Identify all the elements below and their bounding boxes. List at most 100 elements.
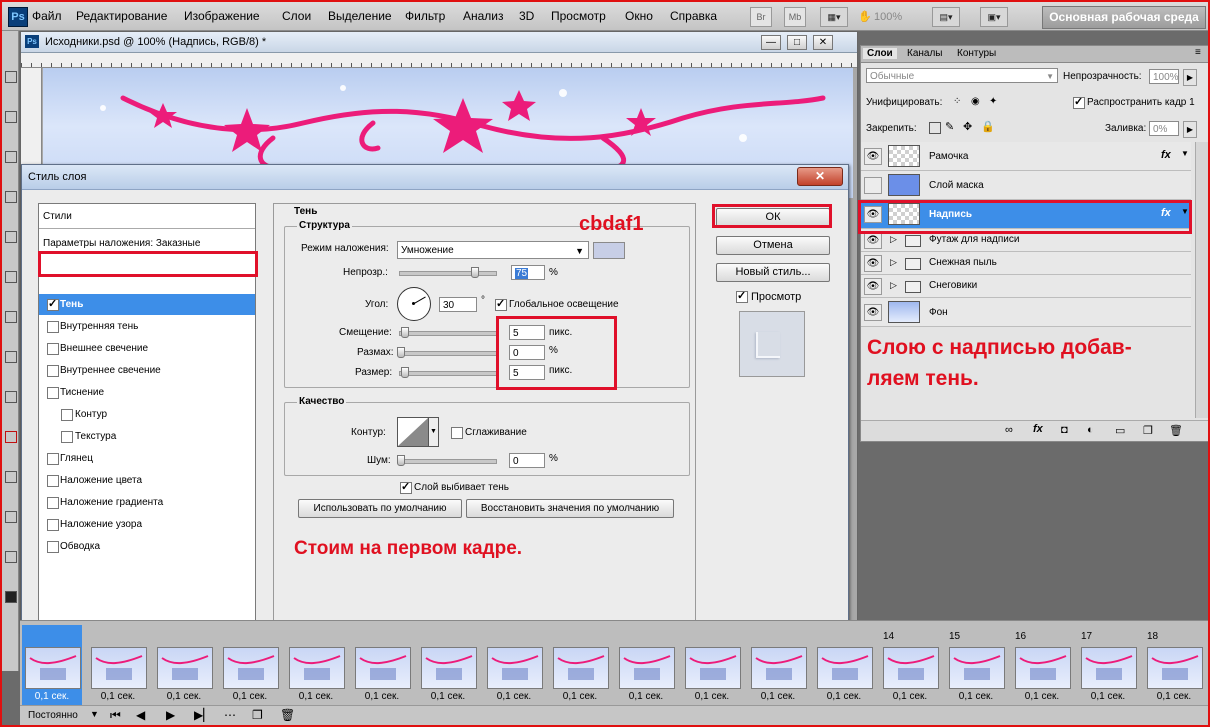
global-light-checkbox[interactable] (495, 297, 507, 311)
layer-row[interactable]: 👁 ▷ Снеговики (861, 275, 1191, 298)
eye-icon[interactable]: 👁 (864, 232, 882, 249)
new-style-button[interactable]: Новый стиль... (716, 263, 830, 282)
minimize-button[interactable]: — (761, 35, 781, 50)
fx-icon[interactable]: fx (1161, 149, 1171, 161)
animation-frame[interactable]: 0,1 сек. (418, 625, 478, 707)
style-item[interactable]: Тиснение (39, 382, 255, 403)
shape-tool-icon[interactable] (5, 471, 17, 483)
eye-icon[interactable]: 👁 (864, 278, 882, 295)
dialog-close-button[interactable]: ✕ (797, 167, 843, 186)
blending-options-item[interactable]: Параметры наложения: Заказные (43, 238, 200, 249)
frame-delay[interactable]: 0,1 сек. (550, 691, 610, 702)
frame-delay[interactable]: 0,1 сек. (1144, 691, 1204, 702)
animation-frame[interactable]: 0,1 сек. (352, 625, 412, 707)
unify-visibility-icon[interactable]: ◉ (971, 96, 980, 107)
animation-frame[interactable]: 0,1 сек. (748, 625, 808, 707)
use-default-button[interactable]: Использовать по умолчанию (298, 499, 462, 518)
angle-dial[interactable] (397, 287, 431, 321)
menu-item-0[interactable]: Файл (32, 9, 62, 23)
style-item[interactable]: Глянец (39, 448, 255, 469)
style-item-checkbox[interactable] (47, 453, 59, 465)
marquee-tool-icon[interactable] (5, 111, 17, 123)
animation-frame[interactable]: 17 0,1 сек. (1078, 625, 1138, 707)
stamp-tool-icon[interactable] (5, 271, 17, 283)
style-item[interactable]: Тень (39, 294, 255, 315)
layer-row[interactable]: 👁 Фон (861, 298, 1191, 327)
menu-item-7[interactable]: 3D (519, 9, 534, 23)
frame-delay[interactable]: 0,1 сек. (220, 691, 280, 702)
loop-select[interactable]: Постоянно (28, 710, 78, 721)
tab-paths[interactable]: Контуры (953, 48, 1000, 59)
expand-triangle-icon[interactable]: ▷ (890, 280, 897, 291)
size-slider-handle[interactable] (401, 367, 409, 378)
menu-item-3[interactable]: Слои (282, 9, 311, 23)
style-item[interactable]: Текстура (39, 426, 255, 447)
eye-icon[interactable]: 👁 (864, 148, 882, 165)
new-group-icon[interactable]: ▭ (1115, 424, 1125, 437)
eraser-tool-icon[interactable] (5, 311, 17, 323)
animation-frame[interactable]: 0,1 сек. (22, 625, 82, 707)
style-item-checkbox[interactable] (61, 409, 73, 421)
arrange-documents-icon[interactable]: ▤▾ (932, 7, 960, 27)
frame-delay[interactable]: 0,1 сек. (946, 691, 1006, 702)
frame-delay[interactable]: 0,1 сек. (748, 691, 808, 702)
loop-dropdown-icon[interactable]: ▼ (90, 709, 99, 719)
add-mask-icon[interactable]: ◘ (1061, 424, 1068, 436)
tab-channels[interactable]: Каналы (903, 48, 947, 59)
style-item[interactable]: Обводка (39, 536, 255, 557)
opacity-slider-handle[interactable] (471, 267, 479, 278)
style-item[interactable]: Наложение цвета (39, 470, 255, 491)
style-item-checkbox[interactable] (47, 541, 59, 553)
style-item[interactable]: Наложение узора (39, 514, 255, 535)
animation-frame[interactable]: 16 0,1 сек. (1012, 625, 1072, 707)
frame-delay[interactable]: 0,1 сек. (352, 691, 412, 702)
knockout-checkbox[interactable] (400, 480, 412, 494)
menu-item-2[interactable]: Изображение (184, 9, 260, 23)
opacity-input[interactable]: 75 (511, 265, 545, 280)
delete-frame-icon[interactable]: 🗑 (280, 708, 295, 722)
frame-delay[interactable]: 0,1 сек. (286, 691, 346, 702)
animation-frame[interactable]: 0,1 сек. (550, 625, 610, 707)
style-item-checkbox[interactable] (47, 497, 59, 509)
lock-transparency-icon[interactable] (929, 122, 941, 134)
opacity-slider[interactable] (399, 271, 497, 276)
tab-layers[interactable]: Слои (863, 48, 897, 59)
frame-delay[interactable]: 0,1 сек. (880, 691, 940, 702)
menu-item-5[interactable]: Фильтр (405, 9, 445, 23)
menu-item-1[interactable]: Редактирование (76, 9, 167, 23)
menu-item-4[interactable]: Выделение (328, 9, 392, 23)
fx-expand-icon[interactable]: ▼ (1181, 149, 1189, 158)
move-tool-icon[interactable] (5, 71, 17, 83)
animation-frame[interactable]: 0,1 сек. (88, 625, 148, 707)
prev-frame-icon[interactable]: ◀ (136, 708, 145, 722)
bridge-button[interactable]: Br (750, 7, 772, 27)
layer-row[interactable]: Слой маска (861, 171, 1191, 200)
screen-mode-icon[interactable]: ▣▾ (980, 7, 1008, 27)
menu-item-10[interactable]: Справка (670, 9, 717, 23)
delete-layer-icon[interactable]: 🗑 (1169, 424, 1183, 437)
unify-style-icon[interactable]: ✦ (989, 96, 997, 107)
style-item[interactable]: Наложение градиента (39, 492, 255, 513)
spread-slider[interactable] (399, 351, 497, 356)
new-layer-icon[interactable]: ❐ (1143, 424, 1153, 437)
layer-row[interactable]: 👁 Рамочка fx ▼ (861, 142, 1191, 171)
maximize-button[interactable]: □ (787, 35, 807, 50)
style-item[interactable]: Внешнее свечение (39, 338, 255, 359)
expand-triangle-icon[interactable]: ▷ (890, 257, 897, 268)
eye-icon[interactable]: 👁 (864, 304, 882, 321)
angle-input[interactable]: 30 (439, 297, 477, 312)
antialias-checkbox[interactable] (451, 427, 463, 439)
next-frame-icon[interactable]: ▶▏ (194, 708, 212, 722)
blend-mode-select[interactable]: Умножение ▼ (397, 241, 589, 259)
layer-opacity-input[interactable]: 100% (1149, 69, 1179, 84)
lasso-tool-icon[interactable] (5, 151, 17, 163)
distance-slider-handle[interactable] (401, 327, 409, 338)
styles-header[interactable]: Стили (43, 211, 72, 222)
menu-item-6[interactable]: Анализ (463, 9, 504, 23)
shadow-color-swatch[interactable] (593, 242, 625, 259)
zoom-tool-icon[interactable] (5, 551, 17, 563)
animation-frame[interactable]: 0,1 сек. (220, 625, 280, 707)
style-item[interactable]: Контур (39, 404, 255, 425)
style-item[interactable]: Внутреннее свечение (39, 360, 255, 381)
cancel-button[interactable]: Отмена (716, 236, 830, 255)
